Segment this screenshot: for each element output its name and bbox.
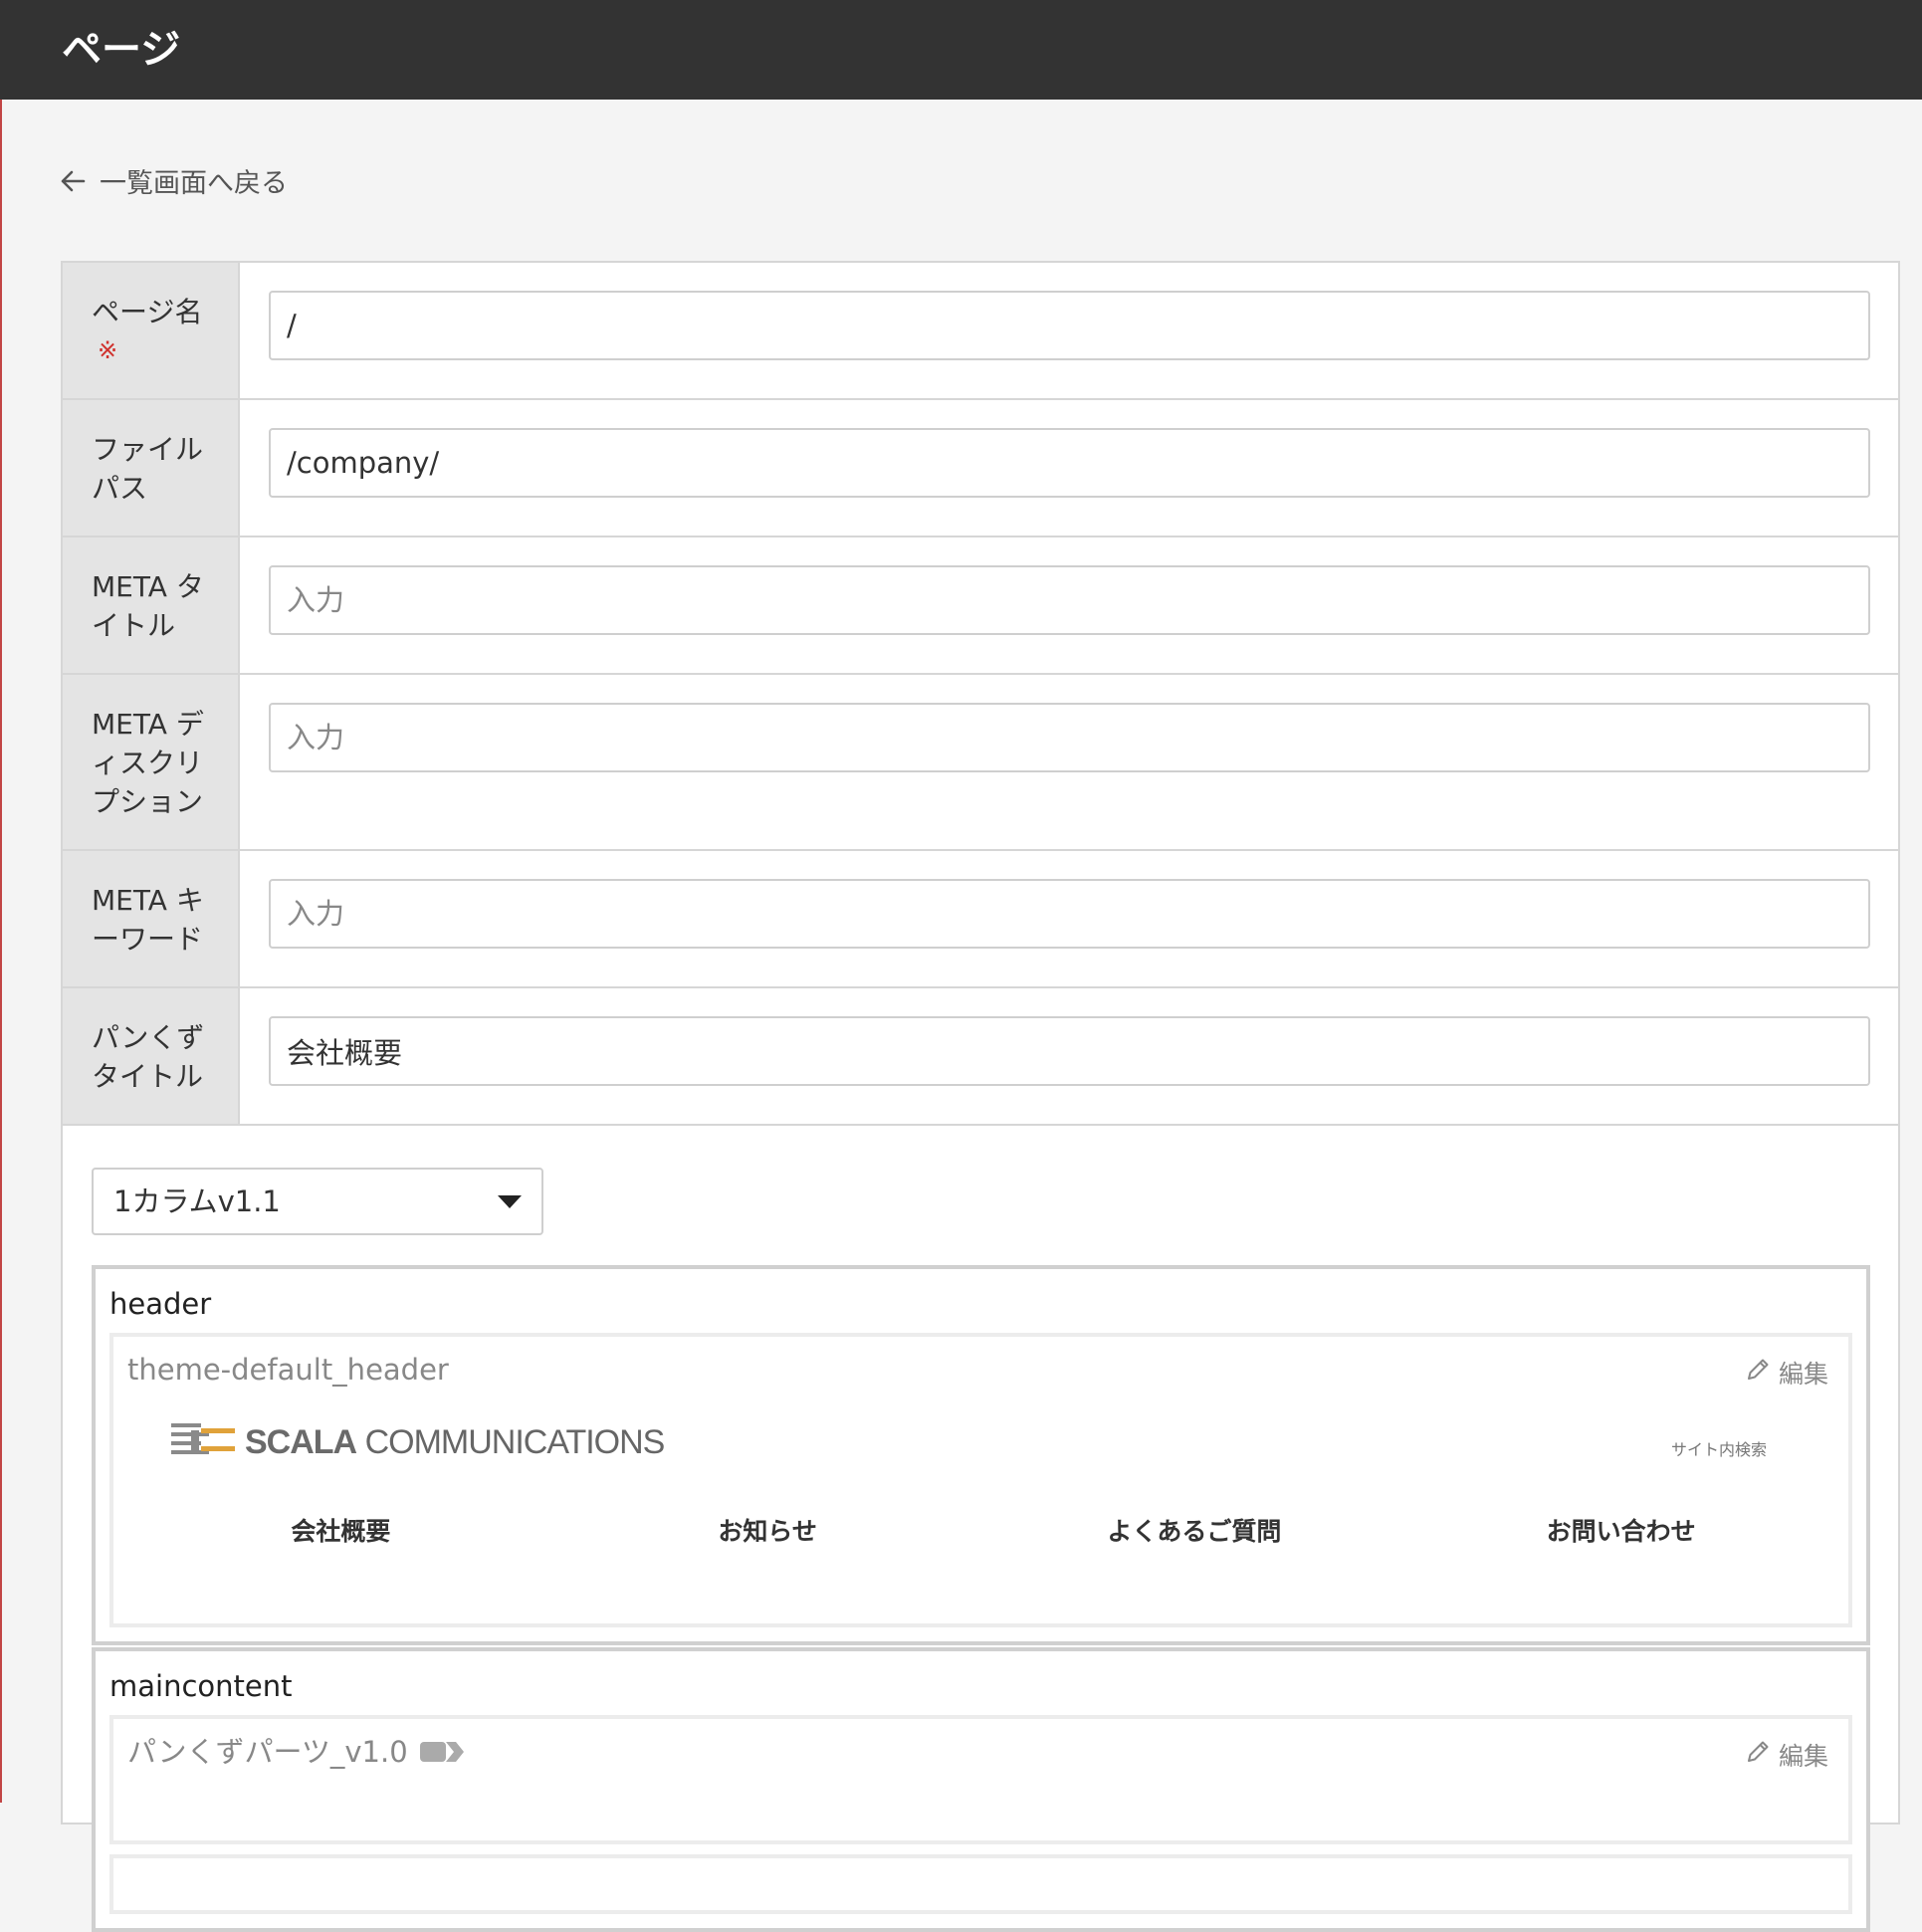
meta-keywords-input[interactable] <box>269 879 1870 949</box>
row-breadcrumb-title: パンくず タイトル <box>63 988 1898 1126</box>
meta-description-label-line3: プション <box>92 785 204 818</box>
region-header: header theme-default_header 編集 SCALA COM… <box>92 1265 1870 1645</box>
part-title-text: パンくずパーツ_v1.0 <box>127 1735 408 1769</box>
row-meta-title: META タ イトル <box>63 537 1898 675</box>
region-name: header <box>109 1287 212 1321</box>
breadcrumb-preview <box>127 1771 1834 1840</box>
meta-description-label-line1: META デ <box>92 708 204 741</box>
file-path-label-line2: パス <box>92 472 148 505</box>
region-name: maincontent <box>109 1669 293 1703</box>
template-select-value: 1カラムv1.1 <box>113 1184 281 1218</box>
meta-keywords-label-line2: ーワード <box>92 923 204 956</box>
breadcrumb-title-label-line1: パンくず <box>92 1021 205 1054</box>
breadcrumb-title-label: パンくず タイトル <box>63 988 240 1124</box>
file-path-label-line1: ファイル <box>92 433 204 466</box>
scala-logo: SCALA COMMUNICATIONS <box>171 1420 666 1464</box>
nav-item-faq[interactable]: よくあるご質問 <box>981 1512 1408 1548</box>
file-path-input[interactable] <box>269 428 1870 498</box>
meta-description-input[interactable] <box>269 703 1870 772</box>
meta-title-label-line1: META タ <box>92 570 204 603</box>
file-path-field-cell <box>240 400 1898 536</box>
meta-keywords-label: META キ ーワード <box>63 851 240 986</box>
page-form: ページ名 ※ ファイル パス META タ イトル META デ ィスクリ プシ… <box>61 261 1900 1932</box>
nav-item-contact[interactable]: お問い合わせ <box>1407 1512 1834 1548</box>
template-select[interactable]: 1カラムv1.1 <box>92 1168 543 1235</box>
part-type-icon <box>419 1741 464 1763</box>
edit-label: 編集 <box>1778 1360 1828 1389</box>
edit-button[interactable]: 編集 <box>1745 1737 1828 1773</box>
meta-title-label-line2: イトル <box>92 609 176 642</box>
edit-button[interactable]: 編集 <box>1745 1355 1828 1391</box>
caret-down-icon <box>498 1195 522 1208</box>
meta-description-field-cell <box>240 675 1898 849</box>
row-meta-description: META デ ィスクリ プション <box>63 675 1898 851</box>
site-search-link[interactable]: サイト内検索 <box>1671 1436 1767 1460</box>
part-title: パンくずパーツ_v1.0 <box>127 1733 1834 1771</box>
meta-keywords-label-line1: META キ <box>92 884 204 917</box>
nav-item-news[interactable]: お知らせ <box>554 1512 981 1548</box>
page-title: ページ <box>62 27 181 73</box>
logo-mark-icon <box>171 1420 237 1464</box>
part-title-text: theme-default_header <box>127 1353 449 1387</box>
row-file-path: ファイル パス <box>63 400 1898 537</box>
nav-item-company[interactable]: 会社概要 <box>127 1512 554 1548</box>
logo-text-rest: COMMUNICATIONS <box>364 1422 666 1461</box>
part-title: theme-default_header <box>127 1351 1834 1389</box>
breadcrumb-title-input[interactable] <box>269 1016 1870 1086</box>
meta-keywords-field-cell <box>240 851 1898 986</box>
breadcrumb-title-field-cell <box>240 988 1898 1124</box>
page-name-field-cell <box>240 263 1898 398</box>
region-maincontent: maincontent パンくずパーツ_v1.0 編集 <box>92 1647 1870 1932</box>
row-page-name: ページ名 ※ <box>63 263 1898 400</box>
header-part: theme-default_header 編集 SCALA COMMUNICAT… <box>109 1333 1852 1627</box>
breadcrumb-title-label-line2: タイトル <box>92 1060 204 1093</box>
logo-text-bold: SCALA <box>245 1422 357 1461</box>
breadcrumb-part: パンくずパーツ_v1.0 編集 <box>109 1715 1852 1844</box>
row-meta-keywords: META キ ーワード <box>63 851 1898 988</box>
page-name-label-text: ページ名 <box>92 296 203 328</box>
top-bar: ページ <box>0 0 1922 100</box>
edit-label: 編集 <box>1778 1742 1828 1771</box>
layout-area: 1カラムv1.1 header theme-default_header 編集 <box>63 1126 1898 1932</box>
page-name-input[interactable] <box>269 291 1870 360</box>
pencil-icon <box>1745 1739 1771 1771</box>
header-preview: SCALA COMMUNICATIONS サイト内検索 会社概要 お知らせ よく… <box>127 1389 1834 1623</box>
meta-description-label-line2: ィスクリ <box>92 747 204 779</box>
arrow-left-icon <box>60 169 86 193</box>
next-part <box>109 1854 1852 1914</box>
back-link-label: 一覧画面へ戻る <box>100 168 288 199</box>
file-path-label: ファイル パス <box>63 400 240 536</box>
required-mark: ※ <box>98 336 118 364</box>
back-to-list-link[interactable]: 一覧画面へ戻る <box>60 161 288 200</box>
logo-text: SCALA COMMUNICATIONS <box>245 1422 666 1462</box>
page-name-label: ページ名 ※ <box>63 263 240 398</box>
meta-title-label: META タ イトル <box>63 537 240 673</box>
global-nav: 会社概要 お知らせ よくあるご質問 お問い合わせ <box>127 1512 1834 1548</box>
pencil-icon <box>1745 1357 1771 1389</box>
meta-title-field-cell <box>240 537 1898 673</box>
meta-title-input[interactable] <box>269 565 1870 635</box>
meta-description-label: META デ ィスクリ プション <box>63 675 240 849</box>
